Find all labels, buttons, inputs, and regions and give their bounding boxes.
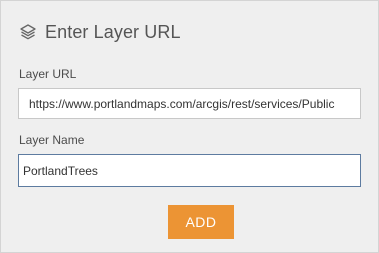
enter-layer-url-panel: Enter Layer URL Layer URL Layer Name ADD <box>0 0 379 253</box>
layer-name-input[interactable] <box>18 154 361 187</box>
layers-icon <box>19 23 37 41</box>
add-button[interactable]: ADD <box>168 205 234 239</box>
layer-url-label: Layer URL <box>19 67 77 81</box>
layer-url-input[interactable] <box>18 88 361 119</box>
panel-header: Enter Layer URL <box>19 21 181 43</box>
layer-name-label: Layer Name <box>19 133 85 147</box>
page-title: Enter Layer URL <box>45 21 181 42</box>
